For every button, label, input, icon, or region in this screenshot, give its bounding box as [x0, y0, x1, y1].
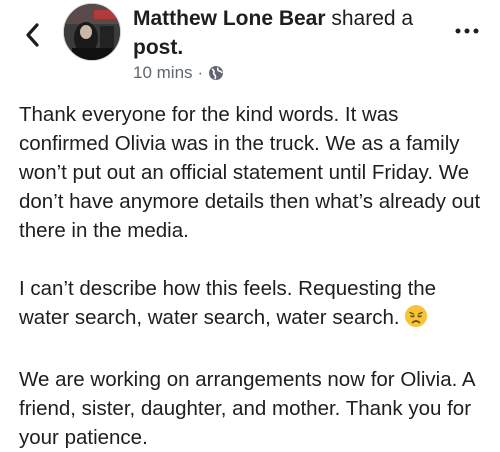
meta-separator: · — [197, 63, 204, 82]
post-body: Thank everyone for the kind words. It wa… — [19, 100, 489, 452]
back-button[interactable] — [20, 20, 44, 50]
post-paragraph-3: We are working on arrangements now for O… — [19, 368, 475, 449]
post-title: Matthew Lone Bear shared a post. — [133, 4, 438, 62]
post-meta: 10 mins · — [133, 62, 224, 84]
avatar[interactable] — [63, 3, 121, 61]
disappointed-face-emoji-icon — [404, 304, 428, 336]
post-link[interactable]: post. — [133, 36, 183, 59]
author-name[interactable]: Matthew Lone Bear — [133, 7, 326, 30]
timestamp[interactable]: 10 mins — [133, 63, 193, 83]
post-header: Matthew Lone Bear shared a post. 10 mins… — [0, 0, 500, 92]
action-text: shared a — [325, 7, 414, 30]
chevron-left-icon — [26, 23, 39, 47]
post-paragraph-2: I can’t describe how this feels. Request… — [19, 274, 489, 336]
more-dots-icon — [455, 28, 479, 34]
profile-photo — [64, 4, 120, 60]
more-options-button[interactable] — [451, 20, 483, 42]
globe-icon — [209, 66, 224, 80]
post-paragraph-1: Thank everyone for the kind words. It wa… — [19, 103, 481, 242]
post-paragraph-2-text: I can’t describe how this feels. Request… — [19, 277, 437, 329]
